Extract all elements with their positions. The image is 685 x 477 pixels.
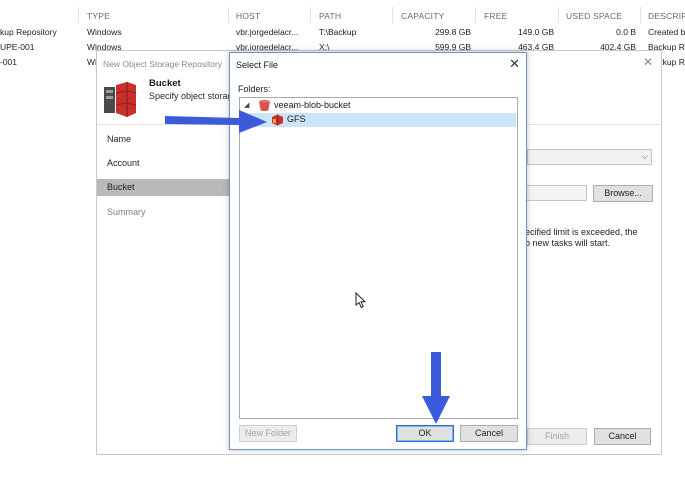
new-folder-button[interactable]: New Folder [239,425,297,442]
column-header-description[interactable]: DESCRIPT [648,11,685,21]
column-separator [392,7,393,23]
wizard-step-account[interactable]: Account [97,155,233,172]
table-cell-host: vbr.jorgedelacr... [236,27,299,37]
column-separator [640,7,641,23]
wizard-step-summary[interactable]: Summary [97,204,233,221]
table-cell-name[interactable]: -001 [0,57,17,67]
column-separator [78,7,79,23]
wizard-close-icon[interactable]: ✕ [643,55,653,69]
storage-folder-icon [272,114,283,126]
wizard-step-name[interactable]: Name [97,131,233,148]
table-cell-free: 149.0 GB [518,27,554,37]
finish-button[interactable]: Finish [527,428,587,445]
dialog-cancel-button[interactable]: Cancel [460,425,518,442]
column-header-host[interactable]: HOST [236,11,260,21]
column-separator [310,7,311,23]
table-cell-used-space: 0.0 B [616,27,636,37]
limit-description-line-2: o new tasks will start. [525,238,611,248]
column-separator [228,7,229,23]
wizard-title: New Object Storage Repository [103,59,223,69]
wizard-folder-dropdown[interactable]: ⌵ [527,149,652,165]
ok-button[interactable]: OK [396,425,454,442]
wizard-step-description: Specify object storag [149,91,233,101]
browse-button[interactable]: Browse... [593,185,653,202]
dialog-titlebar[interactable]: Select File ✕ [230,53,526,75]
column-header-type[interactable]: TYPE [87,11,110,21]
wizard-step-title: Bucket [149,78,181,89]
chevron-down-icon: ⌵ [641,151,648,161]
wizard-step-nav: Name Account Bucket Summary [97,125,233,425]
tree-item-label: veeam-blob-bucket [274,100,351,110]
table-cell-name[interactable]: UPE-001 [0,42,35,52]
tree-item-label: GFS [287,114,306,124]
table-cell-name[interactable]: kup Repository [0,27,57,37]
column-separator [558,7,559,23]
column-separator [475,7,476,23]
table-cell-type: Windows [87,27,122,37]
tree-item-bucket[interactable]: ◢ veeam-blob-bucket [241,99,516,113]
table-cell-description: Created b [648,27,685,37]
wizard-path-field[interactable] [525,185,587,201]
table-cell-capacity: 299.8 GB [435,27,471,37]
object-storage-icon [104,82,137,117]
select-file-dialog: Select File ✕ Folders: ◢ veeam-blob-buck… [229,52,527,450]
column-header-capacity[interactable]: CAPACITY [401,11,444,21]
dialog-title: Select File [236,60,279,70]
column-header-free[interactable]: FREE [484,11,507,21]
column-header-path[interactable]: PATH [319,11,341,21]
tree-item-gfs[interactable]: GFS [241,113,516,127]
table-cell-path: T:\Backup [319,27,357,37]
column-header-used-space[interactable]: USED SPACE [566,11,622,21]
wizard-step-bucket[interactable]: Bucket [97,179,233,196]
folders-label: Folders: [238,84,271,94]
expand-triangle-icon[interactable]: ◢ [244,101,249,109]
dialog-close-icon[interactable]: ✕ [509,56,520,72]
limit-description-line-1: ecified limit is exceeded, the [525,227,638,237]
wizard-cancel-button[interactable]: Cancel [594,428,651,445]
folder-tree[interactable]: ◢ veeam-blob-bucket GFS [239,97,518,419]
bucket-icon [259,99,270,111]
